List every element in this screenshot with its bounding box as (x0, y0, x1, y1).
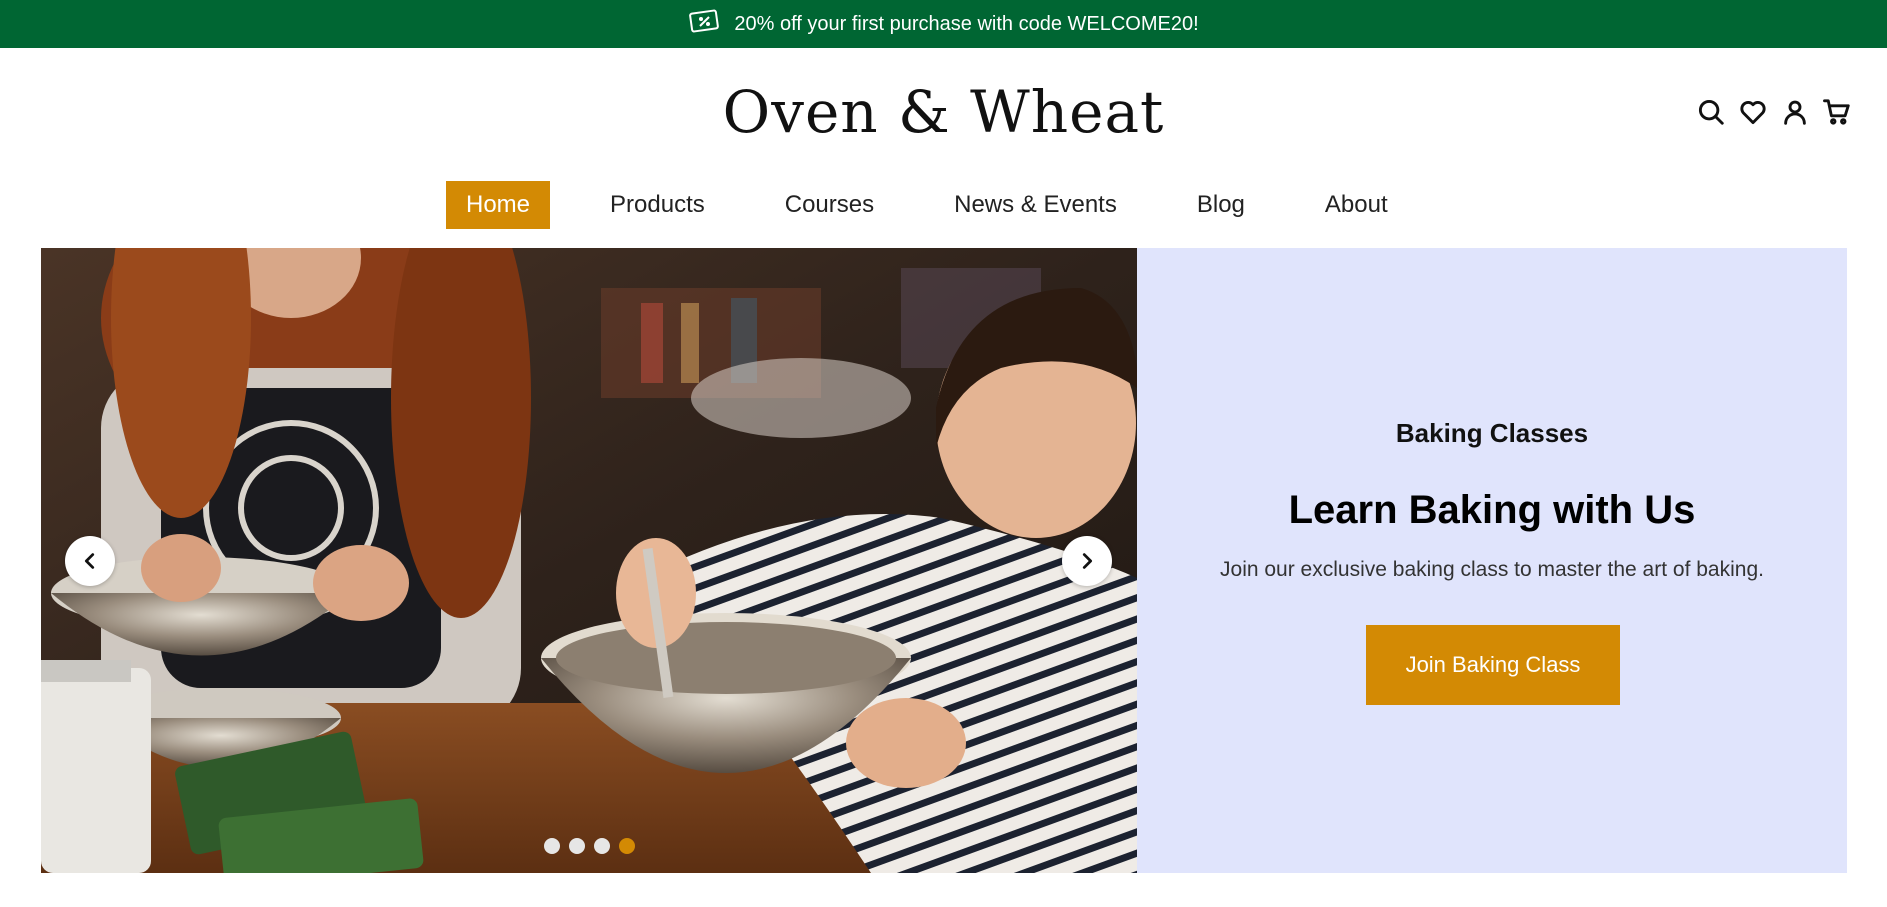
chevron-left-icon (84, 553, 95, 569)
carousel-prev-button[interactable] (65, 536, 115, 586)
carousel-dot-3[interactable] (594, 838, 610, 854)
nav-item-about[interactable]: About (1305, 181, 1408, 229)
hero-subtext: Join our exclusive baking class to maste… (1220, 558, 1764, 581)
chevron-right-icon (1082, 553, 1093, 569)
nav-item-blog[interactable]: Blog (1177, 181, 1265, 229)
carousel-dot-1[interactable] (544, 838, 560, 854)
carousel-dot-4[interactable] (619, 838, 635, 854)
main-nav: Home Products Courses News & Events Blog… (446, 181, 1448, 229)
join-baking-class-button[interactable]: Join Baking Class (1366, 625, 1620, 705)
cart-icon[interactable] (1821, 96, 1853, 128)
site-logo[interactable]: Oven & Wheat (0, 78, 1887, 146)
hero-eyebrow: Baking Classes (1395, 418, 1589, 448)
nav-item-products[interactable]: Products (590, 181, 725, 229)
hero-headline: Learn Baking with Us (1288, 488, 1696, 532)
nav-item-news-events[interactable]: News & Events (934, 181, 1137, 229)
header-actions (1695, 96, 1853, 128)
hero-panel: Baking Classes Learn Baking with Us Join… (1137, 248, 1847, 873)
hero-carousel: Baking Classes Learn Baking with Us Join… (41, 248, 1847, 873)
coupon-icon (688, 7, 722, 41)
nav-item-courses[interactable]: Courses (765, 181, 894, 229)
carousel-dot-2[interactable] (569, 838, 585, 854)
site-header: Oven & Wheat Home Products Courses News … (0, 48, 1887, 229)
carousel-next-button[interactable] (1062, 536, 1112, 586)
heart-icon[interactable] (1737, 96, 1769, 128)
user-icon[interactable] (1779, 96, 1811, 128)
search-icon[interactable] (1695, 96, 1727, 128)
promo-bar: 20% off your first purchase with code WE… (0, 0, 1887, 48)
promo-text: 20% off your first purchase with code WE… (734, 12, 1199, 35)
hero-image (41, 248, 1137, 873)
carousel-dots (544, 838, 635, 854)
nav-item-home[interactable]: Home (446, 181, 551, 229)
